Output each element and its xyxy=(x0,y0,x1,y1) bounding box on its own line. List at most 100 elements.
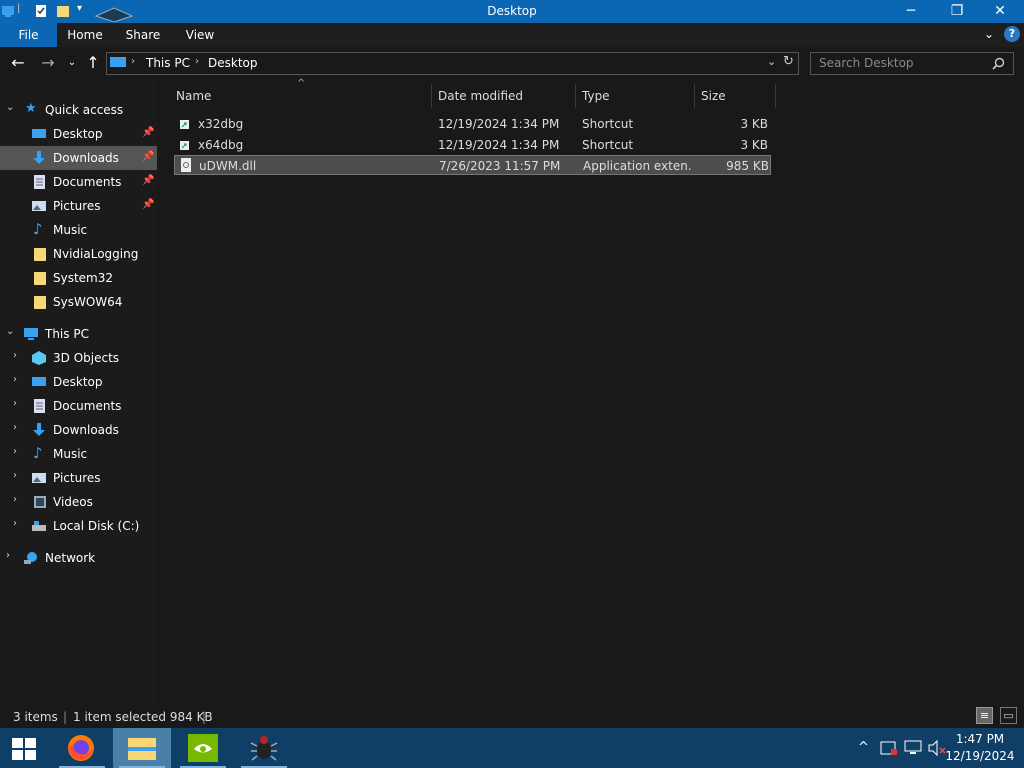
download-icon xyxy=(33,423,45,436)
sidebar-item-label: Pictures xyxy=(53,199,101,213)
chevron-right-icon[interactable]: › xyxy=(13,374,17,385)
details-view-icon[interactable]: ≡ xyxy=(976,707,993,724)
sidebar-item-nvidialogging[interactable]: NvidiaLogging xyxy=(0,242,157,266)
chevron-right-icon[interactable]: › xyxy=(13,494,17,505)
table-row[interactable]: x64dbg 12/19/2024 1:34 PM Shortcut 3 KB xyxy=(174,135,771,155)
taskbar-app-file-explorer[interactable] xyxy=(113,728,171,768)
nvidia-icon xyxy=(188,734,218,762)
table-row[interactable]: x32dbg 12/19/2024 1:34 PM Shortcut 3 KB xyxy=(174,114,771,134)
sidebar-item-label: Desktop xyxy=(53,127,103,141)
windows-start-icon[interactable] xyxy=(12,738,36,760)
sidebar-item-label: NvidiaLogging xyxy=(53,247,139,261)
chevron-right-icon[interactable]: › xyxy=(13,398,17,409)
sidebar-item-videos[interactable]: › Videos xyxy=(0,490,157,514)
large-icons-view-icon[interactable]: ▭ xyxy=(1000,707,1017,724)
dll-file-icon xyxy=(181,158,191,172)
column-header-date-modified[interactable]: Date modified xyxy=(432,84,576,108)
taskbar-app-debugger[interactable] xyxy=(235,728,293,768)
sidebar-item-syswow64[interactable]: SysWOW64 xyxy=(0,290,157,314)
breadcrumb-this-pc[interactable]: This PC xyxy=(146,56,190,70)
pin-icon: 📌 xyxy=(142,127,155,138)
tab-view[interactable]: View xyxy=(175,23,225,47)
sidebar-item-label: Network xyxy=(45,551,96,565)
search-icon[interactable] xyxy=(992,57,1005,70)
file-name: uDWM.dll xyxy=(199,159,257,173)
file-name: x64dbg xyxy=(198,138,244,152)
file-size: 3 KB xyxy=(740,117,768,131)
sidebar-item-3d-objects[interactable]: › 3D Objects xyxy=(0,346,157,370)
forward-arrow-icon[interactable]: → xyxy=(38,53,58,73)
sidebar-item-this-pc[interactable]: ⌄ This PC xyxy=(0,322,157,346)
up-arrow-icon[interactable]: ↑ xyxy=(83,53,103,73)
column-header-name[interactable]: Name xyxy=(170,84,432,108)
column-header-size[interactable]: Size xyxy=(695,84,776,108)
sidebar-item-music[interactable]: ♪ Music xyxy=(0,218,157,242)
show-hidden-icons-chevron-icon[interactable]: ^ xyxy=(858,740,869,755)
pin-icon: 📌 xyxy=(142,175,155,186)
status-separator: | xyxy=(63,710,68,724)
chevron-right-icon[interactable]: › xyxy=(13,422,17,433)
title-bar[interactable]: | ▾ Desktop ─ ❐ ✕ xyxy=(0,0,1024,23)
sidebar-item-pictures-pc[interactable]: › Pictures xyxy=(0,466,157,490)
sidebar-item-pictures[interactable]: Pictures 📌 xyxy=(0,194,157,218)
back-arrow-icon[interactable]: ← xyxy=(8,53,28,73)
chevron-right-icon[interactable]: › xyxy=(13,350,17,361)
documents-icon xyxy=(34,175,45,189)
sidebar-item-local-disk[interactable]: › Local Disk (C:) xyxy=(0,514,157,538)
sidebar-item-documents[interactable]: Documents 📌 xyxy=(0,170,157,194)
chevron-down-icon[interactable]: ⌄ xyxy=(6,102,14,113)
refresh-icon[interactable]: ↻ xyxy=(783,54,794,69)
column-header-type[interactable]: Type xyxy=(576,84,695,108)
taskbar: ^ 1:47 PM 12/19/2024 xyxy=(0,728,1024,768)
breadcrumb-desktop[interactable]: Desktop xyxy=(208,56,258,70)
taskbar-app-nvidia[interactable] xyxy=(174,728,232,768)
chevron-right-icon[interactable]: › xyxy=(13,470,17,481)
videos-icon xyxy=(34,496,46,508)
tab-home[interactable]: Home xyxy=(60,23,110,47)
sidebar-item-downloads[interactable]: Downloads 📌 xyxy=(0,146,157,170)
chevron-right-icon[interactable]: › xyxy=(6,550,10,561)
help-icon[interactable]: ? xyxy=(1004,26,1020,42)
close-button[interactable]: ✕ xyxy=(976,0,1024,22)
firefox-icon xyxy=(68,735,94,761)
taskbar-app-firefox[interactable] xyxy=(53,728,111,768)
sidebar-item-quick-access[interactable]: ⌄ ★ Quick access xyxy=(0,98,157,122)
sidebar-item-label: Local Disk (C:) xyxy=(53,519,140,533)
file-type: Shortcut xyxy=(582,138,634,152)
address-dropdown-icon[interactable]: ⌄ xyxy=(767,55,776,68)
table-row[interactable]: uDWM.dll 7/26/2023 11:57 PM Application … xyxy=(174,155,771,175)
recent-locations-icon[interactable]: ⌄ xyxy=(62,53,82,73)
sidebar-item-system32[interactable]: System32 xyxy=(0,266,157,290)
tab-file[interactable]: File xyxy=(0,23,57,47)
chevron-down-icon[interactable]: ⌄ xyxy=(6,326,14,337)
this-pc-icon xyxy=(24,328,38,340)
sidebar-item-label: Documents xyxy=(53,399,122,413)
chevron-right-icon[interactable]: › xyxy=(13,446,17,457)
file-type: Application exten... xyxy=(583,159,691,173)
clock-time: 1:47 PM xyxy=(955,732,1005,746)
item-count: 3 items xyxy=(13,710,58,724)
minimize-button[interactable]: ─ xyxy=(888,0,934,22)
clock-date: 12/19/2024 xyxy=(945,749,1015,763)
debugger-bug-icon xyxy=(250,736,278,761)
address-bar[interactable]: › This PC › Desktop ⌄ ↻ xyxy=(106,52,799,75)
shortcut-icon xyxy=(180,141,189,150)
sidebar-item-downloads-pc[interactable]: › Downloads xyxy=(0,418,157,442)
download-icon xyxy=(33,151,45,164)
desktop-icon xyxy=(32,377,46,386)
network-status-icon[interactable] xyxy=(904,740,922,756)
status-separator: | xyxy=(202,710,207,724)
sidebar-item-label: This PC xyxy=(45,327,89,341)
sidebar-item-music-pc[interactable]: › ♪ Music xyxy=(0,442,157,466)
chevron-right-icon[interactable]: › xyxy=(13,518,17,529)
sidebar-item-desktop-pc[interactable]: › Desktop xyxy=(0,370,157,394)
security-center-icon[interactable] xyxy=(880,740,898,756)
expand-ribbon-icon[interactable]: ⌄ xyxy=(984,27,994,41)
search-input[interactable]: Search Desktop xyxy=(810,52,1014,75)
maximize-button[interactable]: ❐ xyxy=(934,0,980,22)
system-clock[interactable]: 1:47 PM 12/19/2024 xyxy=(940,731,1020,765)
sidebar-item-documents-pc[interactable]: › Documents xyxy=(0,394,157,418)
tab-share[interactable]: Share xyxy=(118,23,168,47)
sidebar-item-desktop[interactable]: Desktop 📌 xyxy=(0,122,157,146)
sidebar-item-network[interactable]: › Network xyxy=(0,546,157,570)
